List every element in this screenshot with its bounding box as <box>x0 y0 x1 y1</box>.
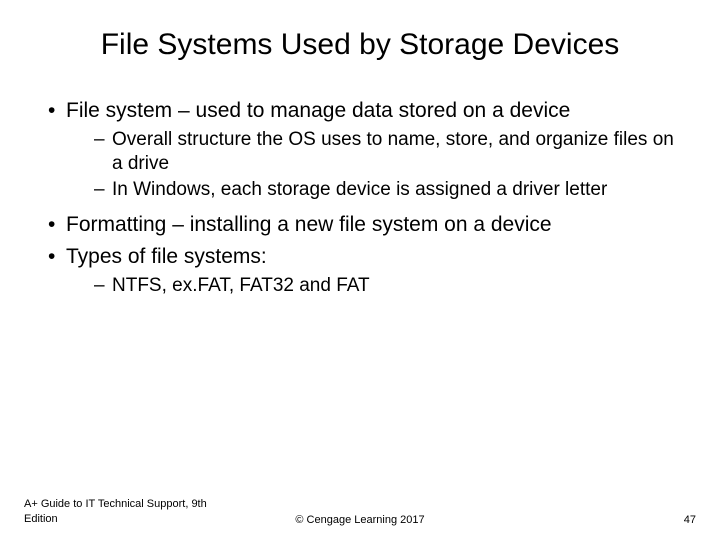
bullet-text: Types of file systems: <box>66 245 267 268</box>
footer-page-number: 47 <box>656 514 696 526</box>
sub-bullet-text: In Windows, each storage device is assig… <box>112 179 607 200</box>
bullet-text: File system – used to manage data stored… <box>66 99 570 122</box>
slide-title: File Systems Used by Storage Devices <box>32 28 688 62</box>
slide-body: File system – used to manage data stored… <box>32 98 688 298</box>
bullet-item: Formatting – installing a new file syste… <box>48 212 688 238</box>
sub-bullet-item: In Windows, each storage device is assig… <box>94 178 688 202</box>
sub-bullet-list: NTFS, ex.FAT, FAT32 and FAT <box>66 274 688 298</box>
bullet-item: Types of file systems: NTFS, ex.FAT, FAT… <box>48 244 688 298</box>
slide: File Systems Used by Storage Devices Fil… <box>0 0 720 540</box>
bullet-list: File system – used to manage data stored… <box>32 98 688 298</box>
footer-center: © Cengage Learning 2017 <box>0 514 720 526</box>
sub-bullet-list: Overall structure the OS uses to name, s… <box>66 128 688 201</box>
sub-bullet-item: Overall structure the OS uses to name, s… <box>94 128 688 176</box>
bullet-text: Formatting – installing a new file syste… <box>66 213 552 236</box>
sub-bullet-item: NTFS, ex.FAT, FAT32 and FAT <box>94 274 688 298</box>
bullet-item: File system – used to manage data stored… <box>48 98 688 202</box>
sub-bullet-text: NTFS, ex.FAT, FAT32 and FAT <box>112 275 370 296</box>
slide-footer: A+ Guide to IT Technical Support, 9th Ed… <box>0 497 720 526</box>
sub-bullet-text: Overall structure the OS uses to name, s… <box>112 129 674 174</box>
